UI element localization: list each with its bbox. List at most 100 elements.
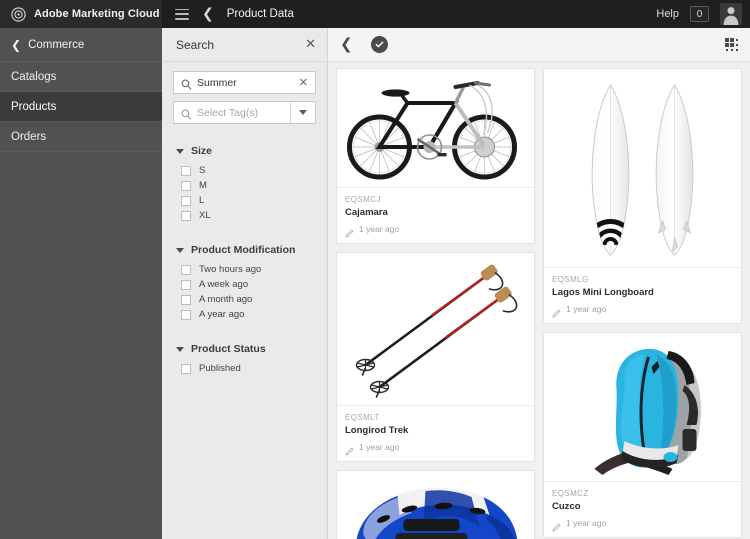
product-modified-time: 1 year ago xyxy=(359,442,400,452)
chevron-down-icon xyxy=(176,247,184,253)
checkbox-size-m[interactable] xyxy=(181,180,191,191)
page-title: Product Data xyxy=(226,8,294,20)
filter-option[interactable]: A year ago xyxy=(173,308,316,321)
filter-option-label: XL xyxy=(199,210,211,221)
checkbox-a-month-ago[interactable] xyxy=(181,294,191,305)
sidebar-item-label: Catalogs xyxy=(11,70,57,83)
product-grid: EQSMCJ Cajamara 1 year ago EQSMLT Longir… xyxy=(336,68,742,539)
filter-option-label: M xyxy=(199,180,207,191)
sidebar-header-commerce[interactable]: ❮ Commerce xyxy=(0,28,162,62)
clear-search-icon[interactable]: ✕ xyxy=(292,77,315,88)
search-input[interactable] xyxy=(197,72,292,93)
filter-option[interactable]: Published xyxy=(173,362,316,375)
chevron-left-icon[interactable]: ❮ xyxy=(202,7,214,21)
chevron-left-icon: ❮ xyxy=(11,37,22,52)
filter-option[interactable]: XL xyxy=(173,209,316,222)
tag-input-wrapper xyxy=(173,101,316,124)
content-area: ❮ EQSMCJ Cajamara 1 year ago EQSMLT Long… xyxy=(328,28,750,539)
product-sku: EQSMCJ xyxy=(345,195,381,204)
filter-option[interactable]: A week ago xyxy=(173,278,316,291)
check-circle-icon[interactable] xyxy=(370,36,388,53)
hamburger-menu-icon[interactable] xyxy=(175,8,189,20)
product-name: Longirod Trek xyxy=(345,425,409,436)
bicycle-image xyxy=(337,69,534,187)
filter-section-header-product-modification[interactable]: Product Modification xyxy=(173,237,316,263)
product-modified-row: 1 year ago xyxy=(552,518,733,532)
notification-badge[interactable]: 0 xyxy=(690,6,709,22)
filter-section-title: Product Modification xyxy=(191,244,296,256)
product-card[interactable]: EQSMCZ Cuzco 1 year ago xyxy=(543,332,742,538)
checkbox-size-s[interactable] xyxy=(181,165,191,176)
top-bar-right: Help 0 xyxy=(656,3,750,25)
filter-section-header-product-status[interactable]: Product Status xyxy=(173,336,316,362)
product-name: Cajamara xyxy=(345,207,388,218)
brand-area[interactable]: Adobe Marketing Cloud xyxy=(0,0,162,28)
filter-section-title: Size xyxy=(191,145,213,157)
sidebar-item-label: Orders xyxy=(11,130,47,143)
checkbox-size-xl[interactable] xyxy=(181,210,191,221)
filter-option-label: S xyxy=(199,165,206,176)
chevron-down-icon xyxy=(176,148,184,154)
app-body: ❮ Commerce Catalogs Products Orders Sear… xyxy=(0,28,750,539)
product-card[interactable]: EQSMLG Lagos Mini Longboard 1 year ago xyxy=(543,68,742,324)
checkbox-a-week-ago[interactable] xyxy=(181,279,191,290)
filter-section-product-status: Product Status Published xyxy=(162,336,327,375)
search-icon xyxy=(181,77,192,90)
product-card[interactable]: EQSMCJ Cajamara 1 year ago xyxy=(336,68,535,244)
filter-option-label: Published xyxy=(199,363,241,374)
grid-view-icon[interactable] xyxy=(725,37,739,52)
top-bar: Adobe Marketing Cloud ❮ Product Data Hel… xyxy=(0,0,750,28)
checkbox-a-year-ago[interactable] xyxy=(181,309,191,320)
product-sku: EQSMLG xyxy=(552,275,589,284)
trekking-poles-image xyxy=(337,253,534,405)
product-card[interactable] xyxy=(336,470,535,539)
product-meta: EQSMCJ Cajamara 1 year ago xyxy=(337,187,534,243)
sidebar-item-orders[interactable]: Orders xyxy=(0,122,162,152)
filter-option-label: A month ago xyxy=(199,294,253,305)
filter-sections: Size S M L XL Product Modification Two h… xyxy=(162,138,327,539)
search-inputs-block: ✕ xyxy=(162,62,327,138)
checkbox-two-hours-ago[interactable] xyxy=(181,264,191,275)
user-avatar-icon[interactable] xyxy=(720,3,742,25)
product-modified-row: 1 year ago xyxy=(345,224,526,238)
product-column-right: EQSMLG Lagos Mini Longboard 1 year ago E… xyxy=(543,68,742,538)
pencil-icon xyxy=(552,305,561,318)
tag-dropdown-button[interactable] xyxy=(290,102,315,123)
sidebar-header-label: Commerce xyxy=(28,38,85,51)
search-panel-title: Search xyxy=(176,37,215,52)
checkbox-size-l[interactable] xyxy=(181,195,191,206)
filter-option[interactable]: A month ago xyxy=(173,293,316,306)
bike-helmet-image xyxy=(337,471,534,539)
product-data-app: Adobe Marketing Cloud ❮ Product Data Hel… xyxy=(0,0,750,539)
brand-name: Adobe Marketing Cloud xyxy=(34,8,160,20)
product-card[interactable]: EQSMLT Longirod Trek 1 year ago xyxy=(336,252,535,462)
search-panel-header: Search ✕ xyxy=(162,28,327,62)
filter-option[interactable]: S xyxy=(173,164,316,177)
product-modified-row: 1 year ago xyxy=(552,304,733,318)
product-name: Cuzco xyxy=(552,501,581,512)
search-input-wrapper: ✕ xyxy=(173,71,316,94)
filter-option[interactable]: Two hours ago xyxy=(173,263,316,276)
filter-section-product-modification: Product Modification Two hours ago A wee… xyxy=(162,237,327,321)
filter-option[interactable]: L xyxy=(173,194,316,207)
filter-section-header-size[interactable]: Size xyxy=(173,138,316,164)
caret-down-icon xyxy=(299,110,307,115)
sidebar-item-products[interactable]: Products xyxy=(0,92,162,122)
filter-option[interactable]: M xyxy=(173,179,316,192)
search-icon xyxy=(181,107,192,120)
sidebar-item-catalogs[interactable]: Catalogs xyxy=(0,62,162,92)
close-x-icon[interactable]: ✕ xyxy=(305,38,316,51)
tag-select-input[interactable] xyxy=(197,102,290,123)
filter-section-size: Size S M L XL xyxy=(162,138,327,222)
chevron-left-icon[interactable]: ❮ xyxy=(340,37,353,52)
sidebar-item-label: Products xyxy=(11,100,57,113)
checkbox-published[interactable] xyxy=(181,363,191,374)
help-button[interactable]: Help xyxy=(656,8,679,20)
pencil-icon xyxy=(345,443,354,456)
product-cards-scroll[interactable]: EQSMCJ Cajamara 1 year ago EQSMLT Longir… xyxy=(328,62,750,539)
filter-option-label: A week ago xyxy=(199,279,249,290)
product-meta: EQSMCZ Cuzco 1 year ago xyxy=(544,481,741,537)
top-bar-middle: ❮ Product Data xyxy=(162,7,656,21)
